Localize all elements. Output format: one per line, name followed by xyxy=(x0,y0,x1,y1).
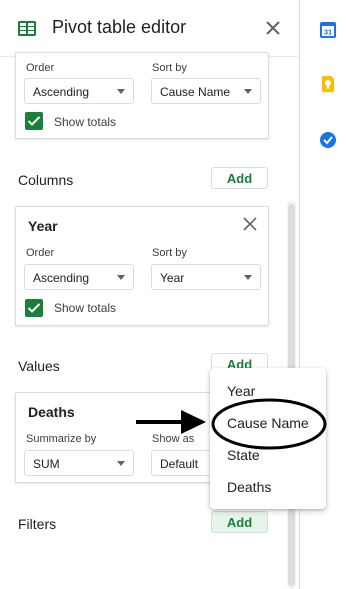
sort-by-select[interactable]: Year xyxy=(151,264,261,290)
sheets-icon xyxy=(18,21,36,36)
show-as-value: Default xyxy=(160,457,199,471)
summarize-by-value: SUM xyxy=(33,457,60,471)
menu-item-state[interactable]: State xyxy=(227,447,260,463)
show-as-label: Show as xyxy=(152,433,195,445)
chevron-down-icon xyxy=(244,89,252,94)
rows-card: Order Ascending Sort by Cause Name Show … xyxy=(15,52,269,139)
show-totals-label: Show totals xyxy=(54,301,117,315)
value-card-title: Deaths xyxy=(28,404,75,420)
chevron-down-icon xyxy=(117,275,125,280)
order-select-value: Ascending xyxy=(33,85,90,99)
show-totals-checkbox[interactable] xyxy=(25,112,43,130)
check-icon xyxy=(27,116,41,126)
show-totals-label: Show totals xyxy=(54,115,117,129)
values-label: Values xyxy=(18,358,60,374)
order-select[interactable]: Ascending xyxy=(24,78,134,104)
summarize-by-label: Summarize by xyxy=(26,433,97,445)
menu-item-year[interactable]: Year xyxy=(227,383,255,399)
check-icon xyxy=(27,303,41,313)
order-select-value: Ascending xyxy=(33,271,90,285)
calendar-icon[interactable]: 31 xyxy=(318,20,338,40)
menu-item-deaths[interactable]: Deaths xyxy=(227,479,271,495)
sort-by-select-value: Year xyxy=(160,271,185,285)
sort-by-label: Sort by xyxy=(152,247,187,259)
editor-header: Pivot table editor xyxy=(0,0,300,57)
add-field-dropdown-menu: Year Cause Name State Deaths xyxy=(210,368,326,509)
menu-item-cause-name[interactable]: Cause Name xyxy=(227,415,309,431)
page-title: Pivot table editor xyxy=(52,17,187,37)
chevron-down-icon xyxy=(244,275,252,280)
add-column-button[interactable]: Add xyxy=(211,167,268,189)
close-icon[interactable] xyxy=(263,18,283,38)
svg-text:31: 31 xyxy=(324,28,332,37)
chevron-down-icon xyxy=(117,461,125,466)
sort-by-select[interactable]: Cause Name xyxy=(151,78,261,104)
tasks-icon[interactable] xyxy=(318,130,338,150)
summarize-by-select[interactable]: SUM xyxy=(24,450,134,476)
filters-label: Filters xyxy=(18,516,57,532)
chevron-down-icon xyxy=(117,89,125,94)
sort-by-label: Sort by xyxy=(152,62,187,74)
order-select[interactable]: Ascending xyxy=(24,264,134,290)
sort-by-select-value: Cause Name xyxy=(160,85,231,99)
order-label: Order xyxy=(26,62,55,74)
column-card-title: Year xyxy=(28,218,58,234)
year-column-card: Year Order Ascending Sort by Year Show t… xyxy=(15,206,269,326)
order-label: Order xyxy=(26,247,55,259)
add-filter-button[interactable]: Add xyxy=(211,511,268,533)
show-totals-checkbox[interactable] xyxy=(25,299,43,317)
keep-icon[interactable] xyxy=(318,74,338,94)
remove-icon[interactable] xyxy=(243,217,257,231)
columns-label: Columns xyxy=(18,172,74,188)
